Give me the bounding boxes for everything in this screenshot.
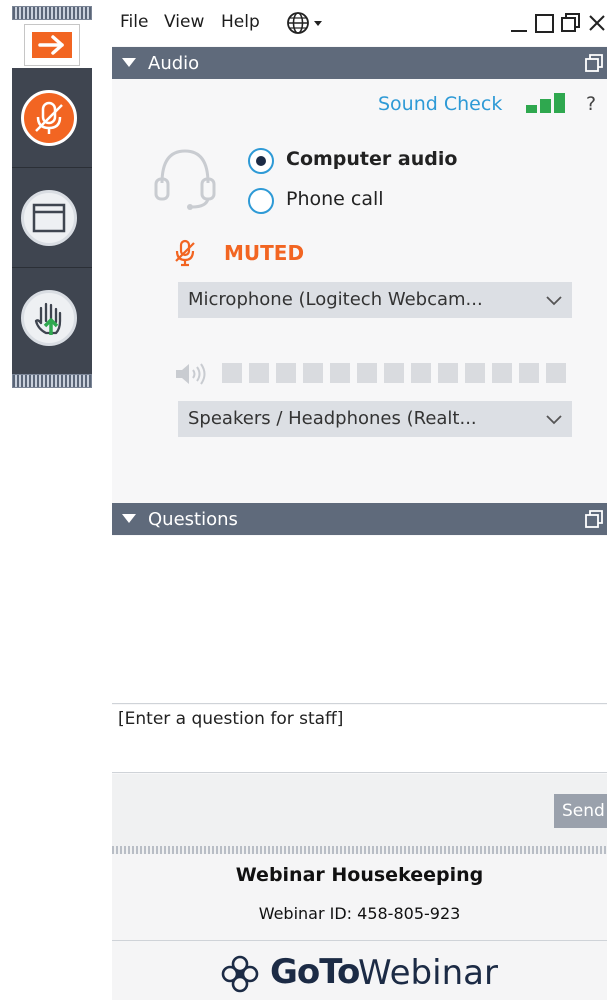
mute-toggle-button[interactable]	[21, 90, 77, 146]
minimize-button[interactable]	[507, 10, 531, 36]
send-button[interactable]: Send	[554, 794, 607, 828]
microphone-select[interactable]: Microphone (Logitech Webcam...	[178, 282, 572, 318]
expand-panel-button[interactable]	[24, 24, 80, 66]
footer: Webinar Housekeeping Webinar ID: 458-805…	[112, 854, 607, 1000]
collapse-triangle-icon	[122, 514, 136, 523]
collapse-triangle-icon	[122, 58, 136, 67]
questions-section-header[interactable]: Questions	[112, 503, 607, 535]
level-segment	[465, 363, 485, 383]
mute-toggle-slot	[12, 68, 92, 168]
toolbar-body	[12, 68, 92, 374]
globe-icon	[287, 12, 322, 34]
level-segment	[303, 363, 323, 383]
menu-file[interactable]: File	[120, 12, 148, 32]
window-controls	[507, 10, 607, 36]
popout-icon	[585, 510, 603, 528]
speaker-select[interactable]: Speakers / Headphones (Realt...	[178, 401, 572, 437]
level-segment	[330, 363, 350, 383]
chevron-down-icon	[544, 409, 564, 429]
level-segment	[357, 363, 377, 383]
chevron-down-icon	[544, 290, 564, 310]
menu-help[interactable]: Help	[221, 12, 260, 32]
level-segment	[492, 363, 512, 383]
microphone-select-value: Microphone (Logitech Webcam...	[188, 289, 483, 310]
control-panel: File View Help Audio Sound Check ? Compu…	[112, 0, 607, 1000]
questions-header-title: Questions	[148, 509, 238, 530]
computer-audio-radio[interactable]	[248, 148, 274, 174]
raise-hand-icon	[34, 302, 62, 335]
questions-popout-button[interactable]	[585, 510, 603, 528]
phone-call-radio[interactable]	[248, 188, 274, 214]
level-segment	[546, 363, 566, 383]
webinar-id: Webinar ID: 458-805-923	[258, 904, 461, 923]
screen-viewer-button[interactable]	[21, 190, 77, 246]
floating-toolbar	[12, 6, 92, 388]
microphone-muted-icon	[174, 239, 196, 267]
level-segment	[519, 363, 539, 383]
window-icon	[32, 203, 66, 233]
audio-header-title: Audio	[148, 53, 200, 74]
close-icon	[589, 15, 605, 31]
right-arrow-icon	[32, 32, 72, 58]
speaker-select-value: Speakers / Headphones (Realt...	[188, 408, 477, 429]
menu-view[interactable]: View	[164, 12, 204, 32]
toolbar-grip-top[interactable]	[12, 6, 92, 20]
question-input[interactable]: [Enter a question for staff]	[112, 705, 607, 773]
mute-status: MUTED	[224, 241, 305, 265]
resize-divider[interactable]	[112, 846, 607, 854]
webinar-title: Webinar Housekeeping	[235, 864, 484, 886]
questions-log[interactable]	[112, 536, 607, 704]
screen-viewer-slot	[12, 168, 92, 268]
brand-webinar: Webinar	[358, 953, 498, 993]
raise-hand-slot	[12, 268, 92, 368]
audio-help-button[interactable]: ?	[586, 93, 596, 115]
microphone-muted-icon	[35, 101, 63, 134]
speaker-icon	[174, 361, 208, 387]
level-segment	[411, 363, 431, 383]
level-segment	[384, 363, 404, 383]
level-segment	[249, 363, 269, 383]
close-button[interactable]	[585, 10, 607, 36]
footer-divider	[112, 940, 607, 941]
maximize-icon	[535, 14, 554, 33]
audio-popout-button[interactable]	[585, 54, 603, 72]
popout-icon	[585, 54, 603, 72]
signal-strength-indicator	[524, 93, 574, 115]
sound-check-link[interactable]: Sound Check	[378, 93, 502, 115]
audio-section-header[interactable]: Audio	[112, 47, 607, 79]
menu-bar: File View Help	[112, 0, 607, 46]
maximize-button[interactable]	[533, 10, 557, 36]
toolbar-grip-bottom[interactable]	[12, 374, 92, 388]
gotowebinar-flower-icon	[220, 954, 260, 994]
level-segment	[222, 363, 242, 383]
minimize-icon	[511, 30, 527, 32]
speaker-level-meter	[222, 363, 572, 383]
restore-icon	[561, 13, 580, 32]
phone-call-label[interactable]: Phone call	[286, 188, 384, 210]
level-segment	[276, 363, 296, 383]
brand-goto: GoTo	[270, 952, 360, 992]
audio-panel: Sound Check ? Computer audio Phone call …	[112, 79, 607, 502]
send-area: Send	[112, 774, 607, 848]
headset-icon	[150, 143, 220, 213]
language-menu[interactable]	[284, 10, 330, 36]
restore-button[interactable]	[559, 10, 583, 36]
level-segment	[438, 363, 458, 383]
signal-bars-icon	[526, 93, 565, 113]
raise-hand-button[interactable]	[21, 290, 77, 346]
gotowebinar-window: File View Help Audio Sound Check ? Compu…	[0, 0, 607, 1000]
computer-audio-label[interactable]: Computer audio	[286, 148, 457, 170]
gotowebinar-logo: GoTo Webinar	[220, 952, 520, 996]
